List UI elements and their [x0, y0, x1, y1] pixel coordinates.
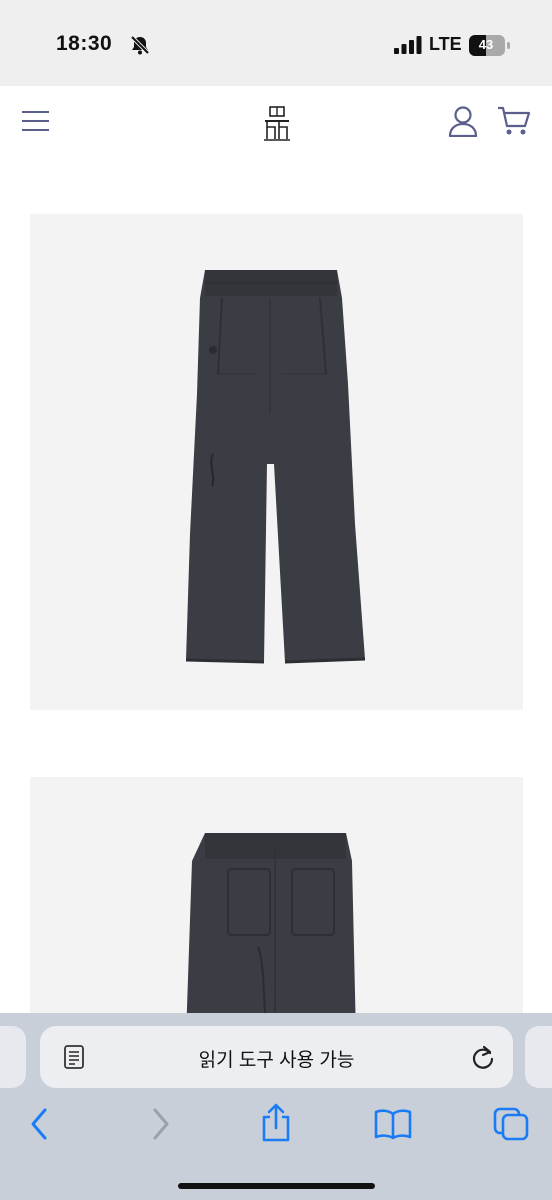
network-type: LTE	[429, 34, 462, 54]
user-icon[interactable]	[447, 105, 479, 137]
site-header	[0, 86, 552, 160]
status-bar: 18:30 LTE 43	[0, 0, 552, 86]
bookmarks-icon[interactable]	[374, 1107, 412, 1141]
product-detail-content	[0, 160, 552, 1020]
product-image-front[interactable]	[30, 214, 523, 710]
next-tab-preview[interactable]	[525, 1026, 552, 1088]
forward-icon[interactable]	[148, 1107, 172, 1141]
battery-icon: 43	[469, 35, 511, 56]
menu-icon[interactable]	[22, 110, 49, 132]
product-image-back[interactable]	[30, 777, 523, 1020]
reload-icon[interactable]	[470, 1044, 496, 1070]
tabs-icon[interactable]	[493, 1107, 529, 1141]
address-bar[interactable]: 읽기 도구 사용 가능	[40, 1026, 513, 1088]
status-time: 18:30	[56, 32, 113, 55]
back-icon[interactable]	[28, 1107, 52, 1141]
share-icon[interactable]	[259, 1103, 293, 1143]
previous-tab-preview[interactable]	[0, 1026, 26, 1088]
signal-icon	[394, 36, 422, 54]
brand-logo[interactable]	[262, 106, 292, 142]
reader-available-text: 읽기 도구 사용 가능	[198, 1050, 355, 1071]
browser-bottom-bar: 읽기 도구 사용 가능	[0, 1013, 552, 1200]
battery-level: 43	[478, 37, 494, 52]
bell-slash-icon	[130, 35, 150, 55]
home-indicator[interactable]	[178, 1183, 375, 1189]
cart-icon[interactable]	[497, 105, 531, 137]
